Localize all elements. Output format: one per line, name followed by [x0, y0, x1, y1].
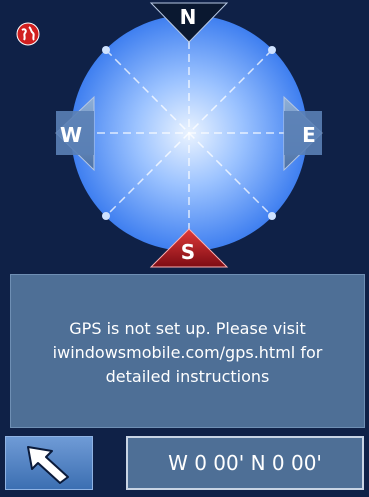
gps-status-line: GPS is not set up. Please visit	[69, 319, 306, 338]
gps-status-panel: GPS is not set up. Please visit iwindows…	[10, 274, 365, 428]
coordinates-text: W 0 00' N 0 00'	[168, 451, 322, 475]
north-label: N	[179, 5, 197, 29]
south-label: S	[180, 240, 196, 264]
west-label: W	[59, 123, 83, 147]
arrow-up-left-icon	[27, 446, 69, 484]
back-button[interactable]	[5, 436, 93, 490]
gps-status-message: GPS is not set up. Please visit iwindows…	[38, 317, 338, 389]
coordinates-display: W 0 00' N 0 00'	[126, 436, 364, 490]
compass: N S W E	[0, 0, 369, 270]
gps-status-line: detailed instructions	[105, 367, 270, 386]
gps-status-line: iwindowsmobile.com/gps.html for	[52, 343, 323, 362]
east-label: E	[302, 123, 316, 147]
globe-icon[interactable]	[16, 22, 40, 46]
